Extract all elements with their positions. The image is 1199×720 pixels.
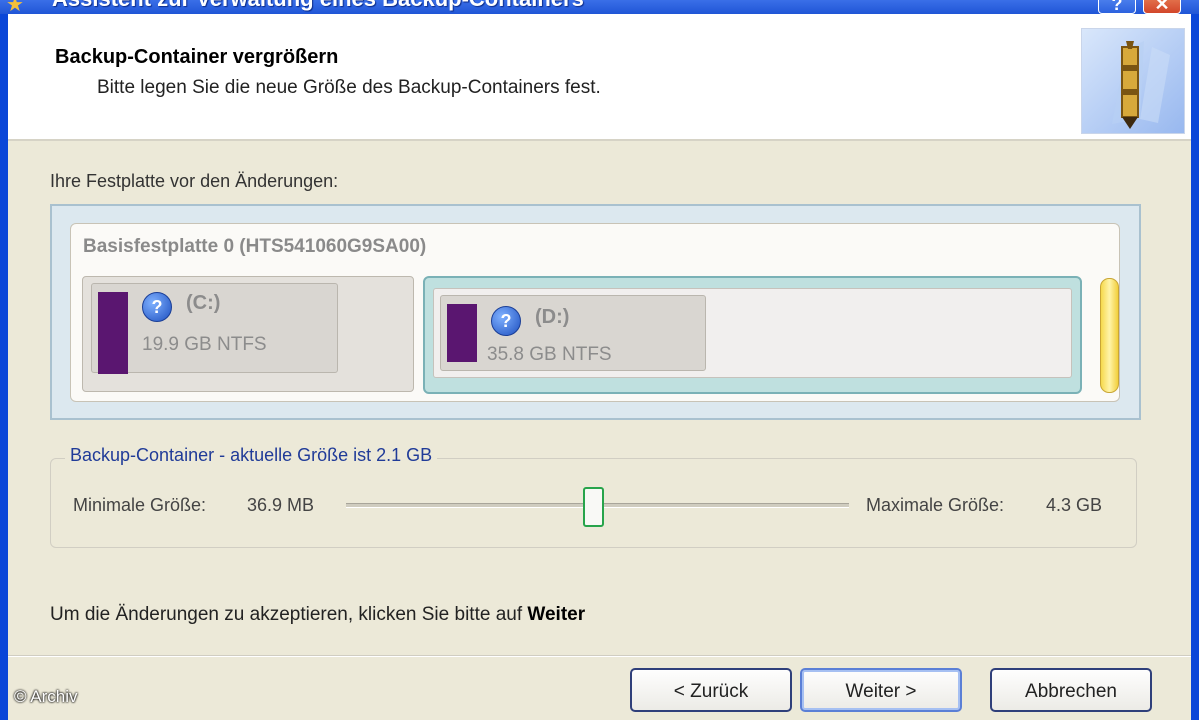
window-title: Assistent zur Verwaltung eines Backup-Co…: [52, 0, 584, 12]
container-size-group: Backup-Container - aktuelle Größe ist 2.…: [50, 445, 1137, 548]
next-button[interactable]: Weiter >: [800, 668, 962, 712]
disk-name: Basisfestplatte 0 (HTS541060G9SA00): [83, 236, 427, 257]
copyright-watermark: © Archiv: [14, 687, 78, 706]
container-size-legend: Backup-Container - aktuelle Größe ist 2.…: [65, 445, 438, 466]
help-button[interactable]: ?: [1098, 0, 1136, 14]
partition-d-panel: ? (D:) 35.8 GB NTFS: [433, 288, 1072, 378]
partition-c-size: 19.9 GB NTFS: [142, 334, 267, 355]
partition-c-color-bar: [98, 292, 128, 374]
question-mark-icon: ?: [142, 292, 172, 322]
partition-d-size: 35.8 GB NTFS: [487, 344, 612, 365]
accept-instruction-text: Um die Änderungen zu akzeptieren, klicke…: [50, 604, 528, 625]
close-button[interactable]: ✕: [1143, 0, 1181, 14]
app-icon: ★: [6, 0, 24, 14]
partition-d[interactable]: ? (D:) 35.8 GB NTFS: [423, 276, 1082, 394]
backup-container-bar[interactable]: [1100, 278, 1119, 393]
title-bar[interactable]: ★ Assistent zur Verwaltung eines Backup-…: [0, 0, 1199, 14]
dialog-client: Backup-Container vergrößern Bitte legen …: [8, 14, 1191, 720]
cancel-button[interactable]: Abbrechen: [990, 668, 1152, 712]
partition-d-info: ? (D:) 35.8 GB NTFS: [440, 295, 706, 371]
footer-divider: [8, 655, 1191, 657]
partition-c-info: ? (C:) 19.9 GB NTFS: [91, 283, 338, 374]
max-size-value: 4.3 GB: [1046, 495, 1103, 515]
partition-d-letter: (D:): [535, 306, 570, 328]
page-subtitle: Bitte legen Sie die neue Größe des Backu…: [97, 77, 601, 98]
min-size-value: 36.9 MB: [247, 495, 315, 515]
wizard-header: Backup-Container vergrößern Bitte legen …: [8, 14, 1191, 141]
min-size-label: Minimale Größe:: [73, 495, 207, 515]
back-button[interactable]: < Zurück: [630, 668, 792, 712]
disk-map-panel: Basisfestplatte 0 (HTS541060G9SA00) ? (C…: [50, 204, 1141, 420]
question-mark-icon: ?: [491, 306, 521, 336]
wizard-pencil-icon: [1081, 28, 1185, 134]
page-title: Backup-Container vergrößern: [55, 46, 339, 68]
accept-instruction: Um die Änderungen zu akzeptieren, klicke…: [50, 604, 585, 626]
accept-instruction-bold: Weiter: [527, 604, 586, 625]
max-size-label: Maximale Größe:: [866, 495, 1005, 515]
container-size-slider-thumb[interactable]: [583, 487, 604, 527]
partition-c[interactable]: ? (C:) 19.9 GB NTFS: [82, 276, 414, 392]
disk-section-label: Ihre Festplatte vor den Änderungen:: [50, 171, 339, 191]
partition-d-color-bar: [447, 304, 477, 362]
partition-c-letter: (C:): [186, 292, 221, 314]
disk-card[interactable]: Basisfestplatte 0 (HTS541060G9SA00) ? (C…: [70, 223, 1120, 402]
